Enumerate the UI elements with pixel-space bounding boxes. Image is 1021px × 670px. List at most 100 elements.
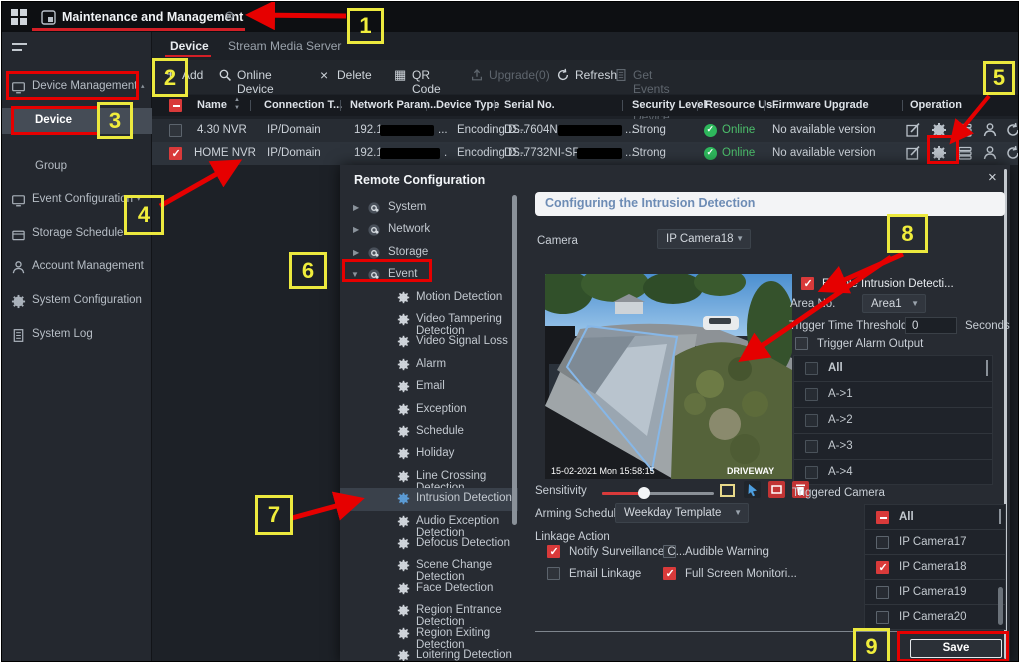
tree-item-network[interactable]: ▶ Network	[340, 219, 515, 241]
x-icon: ×	[320, 67, 328, 83]
tree-item-video-tampering[interactable]: Video Tampering Detection	[340, 309, 515, 331]
tab-stream-media-server[interactable]: Stream Media Server	[228, 39, 341, 53]
triggered-all-checkbox[interactable]	[876, 511, 889, 524]
col-security: Security Level	[632, 99, 707, 111]
arming-schedule-dropdown[interactable]: Weekday Template▼	[615, 503, 749, 523]
device-tab-indicator	[165, 55, 211, 57]
sidebar-item-group[interactable]: Group	[2, 154, 152, 180]
tab-icon	[41, 10, 56, 25]
col-operation: Operation	[910, 99, 962, 111]
collapse-menu-icon[interactable]	[12, 42, 27, 54]
trigger-alarm-checkbox[interactable]	[795, 337, 808, 350]
storage-icon[interactable]	[957, 122, 973, 138]
gear-icon	[397, 604, 410, 617]
triggered-camera-row[interactable]: IP Camera18	[865, 555, 1005, 580]
online-status-icon	[704, 147, 717, 160]
tree-item-holiday[interactable]: Holiday	[340, 443, 515, 465]
row-checkbox[interactable]	[169, 124, 182, 137]
refresh-icon[interactable]	[1005, 122, 1019, 138]
online-status-icon	[704, 124, 717, 137]
dialog-close-icon[interactable]: ×	[988, 169, 997, 186]
alarm-output-row[interactable]: All	[794, 356, 992, 382]
sidebar-item-account-management[interactable]: Account Management	[2, 254, 152, 280]
alarm-output-row[interactable]: A->3	[794, 434, 992, 460]
select-all-checkbox[interactable]	[169, 99, 182, 112]
tree-scrollbar[interactable]	[512, 195, 517, 525]
active-module-tab[interactable]: Maintenance and Management	[62, 10, 243, 24]
alarm-output-row[interactable]: A->2	[794, 408, 992, 434]
device-table-header: Name ▲▼ Connection T... Network Param...…	[152, 95, 1019, 116]
cursor-select-icon[interactable]	[744, 481, 761, 498]
tree-item-exception[interactable]: Exception	[340, 399, 515, 421]
notify-surveillance-checkbox[interactable]	[547, 545, 560, 558]
triggered-camera-row[interactable]: IP Camera17	[865, 530, 1005, 555]
alarm-all-checkbox[interactable]	[805, 362, 818, 375]
panel-heading-bar: Configuring the Intrusion Detection	[535, 192, 1005, 216]
col-name: Name	[197, 99, 227, 111]
edit-device-icon[interactable]	[905, 122, 921, 138]
tree-item-intrusion-detection[interactable]: Intrusion Detection	[340, 488, 518, 510]
callout-6: 6	[289, 252, 327, 289]
arming-schedule-label: Arming Schedule	[535, 508, 623, 520]
tree-item-line-crossing[interactable]: Line Crossing Detection	[340, 466, 515, 488]
area-no-label: Area No.	[790, 298, 835, 310]
user-icon[interactable]	[982, 122, 998, 138]
user-icon[interactable]	[982, 145, 998, 161]
col-connection: Connection T...	[264, 99, 342, 111]
gear-icon	[397, 537, 410, 550]
alarm-output-row[interactable]: A->4	[794, 460, 992, 485]
video-preview[interactable]: 15-02-2021 Mon 15:58:15 DRIVEWAY	[545, 274, 792, 479]
triggered-camera-list: All IP Camera17 IP Camera18 IP Camera19 …	[864, 504, 1006, 630]
triggered-camera-row[interactable]: All	[865, 505, 1005, 530]
edit-device-icon[interactable]	[905, 145, 921, 161]
triggered-camera-row[interactable]: IP Camera19	[865, 580, 1005, 605]
triggered-camera-row[interactable]: IP Camera20	[865, 605, 1005, 629]
gear-icon	[397, 447, 410, 460]
sensitivity-slider-handle[interactable]	[638, 487, 650, 499]
app-logo-icon[interactable]	[11, 9, 28, 26]
tree-item-schedule[interactable]: Schedule	[340, 421, 515, 443]
highlight-box-gear	[927, 135, 959, 164]
tree-item-system[interactable]: ▶ System	[340, 197, 515, 219]
redaction-bar	[577, 148, 622, 159]
draw-area-icon[interactable]	[719, 482, 736, 499]
sidebar-item-system-log[interactable]: System Log	[2, 322, 152, 348]
tree-item-face-detection[interactable]: Face Detection	[340, 578, 515, 600]
tree-item-region-exiting[interactable]: Region Exiting Detection	[340, 623, 515, 645]
alarm-output-row[interactable]: A->1	[794, 382, 992, 408]
table-row[interactable]: 4.30 NVR IP/Domain 192.1 ... Encoding D.…	[152, 119, 1019, 142]
tree-item-alarm[interactable]: Alarm	[340, 354, 515, 376]
threshold-input[interactable]: 0	[905, 317, 957, 334]
sidebar-item-system-configuration[interactable]: System Configuration	[2, 288, 152, 314]
tab-device[interactable]: Device	[170, 39, 209, 53]
sort-icons[interactable]: ▲▼	[234, 96, 240, 112]
tree-item-loitering[interactable]: Loitering Detection	[340, 645, 515, 662]
tree-item-defocus[interactable]: Defocus Detection	[340, 533, 515, 555]
audible-warning-checkbox[interactable]	[663, 545, 676, 558]
enable-intrusion-checkbox[interactable]	[801, 277, 814, 290]
refresh-icon[interactable]	[1005, 145, 1019, 161]
tree-item-motion-detection[interactable]: Motion Detection	[340, 287, 515, 309]
col-resource: Resource Us...	[705, 99, 781, 111]
area-dropdown[interactable]: Area1▼	[862, 294, 926, 313]
tree-item-email[interactable]: Email	[340, 376, 515, 398]
clear-region-icon[interactable]	[768, 481, 785, 498]
tree-item-video-signal-loss[interactable]: Video Signal Loss	[340, 331, 515, 353]
callout-7: 7	[255, 495, 293, 535]
email-linkage-checkbox[interactable]	[547, 567, 560, 580]
tree-item-scene-change[interactable]: Scene Change Detection	[340, 555, 515, 577]
alarm-output-list: All A->1 A->2 A->3 A->4	[793, 355, 993, 485]
tree-item-audio-exception[interactable]: Audio Exception Detection	[340, 511, 515, 533]
tree-item-region-entrance[interactable]: Region Entrance Detection	[340, 600, 515, 622]
storage-icon[interactable]	[957, 145, 973, 161]
list-scrollbar[interactable]	[998, 587, 1003, 625]
row-checkbox[interactable]	[169, 147, 182, 160]
toolbar: + Add Online Device × Delete ▦ QR Code U…	[152, 60, 1019, 94]
table-row[interactable]: HOME NVR IP/Domain 192.1 . Encoding D...…	[152, 142, 1019, 165]
video-timestamp: 15-02-2021 Mon 15:58:15	[551, 466, 655, 476]
event-configuration-icon	[11, 193, 26, 208]
camera-dropdown[interactable]: IP Camera18▼	[657, 229, 751, 249]
tab-close-icon[interactable]: ⊗	[224, 8, 235, 24]
system-category-icon	[367, 201, 381, 215]
fullscreen-monitoring-checkbox[interactable]	[663, 567, 676, 580]
